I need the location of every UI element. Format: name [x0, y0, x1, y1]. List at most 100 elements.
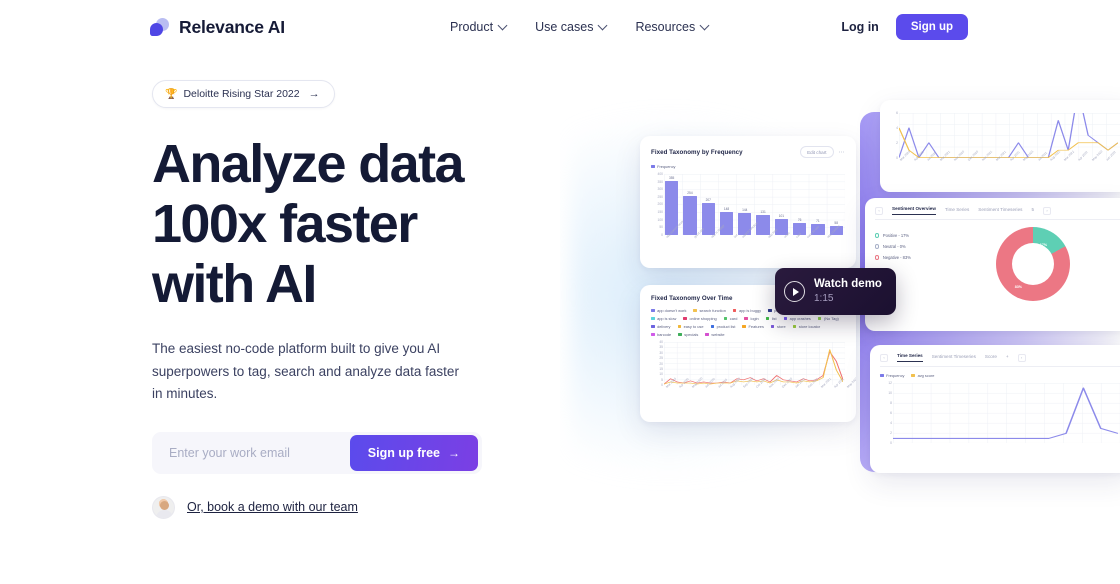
legend-label: Frequency	[657, 164, 676, 170]
legend-item[interactable]: specials	[678, 332, 698, 337]
bar	[683, 196, 697, 235]
nav-item-use-cases[interactable]: Use cases	[535, 20, 607, 34]
bar-item[interactable]: 207	[701, 174, 715, 235]
watch-demo-title: Watch demo	[814, 278, 882, 290]
landing-page: Relevance AI Product Use cases Resources…	[0, 0, 1120, 584]
nav-links: Product Use cases Resources	[450, 20, 709, 34]
nav-item-resources[interactable]: Resources	[635, 20, 709, 34]
legend-item[interactable]: store locator	[792, 324, 820, 329]
legend-item[interactable]: barcode	[651, 332, 671, 337]
donut-legend-item[interactable]: Neutral - 0%	[875, 244, 945, 249]
legend-item[interactable]: website	[705, 332, 725, 337]
bar-chart-title: Fixed Taxonomy by Frequency	[651, 148, 743, 156]
bar-value-label: 76	[797, 217, 802, 222]
tab-sentiment-timeseries[interactable]: Sentiment Timeseries	[978, 207, 1022, 215]
tab-sentiment-overview[interactable]: Sentiment Overview	[892, 206, 936, 215]
legend-swatch	[770, 324, 775, 329]
legend-swatch	[677, 324, 682, 329]
legend-item[interactable]: Features	[742, 324, 764, 329]
tabs-next-button[interactable]: ›	[1043, 206, 1051, 215]
headline-line-3: with AI	[152, 254, 317, 314]
bar-value-label: 355	[669, 175, 675, 180]
y-tick: 0	[661, 232, 663, 237]
more-options-icon[interactable]: ⋯	[839, 149, 846, 156]
tabs-next-button[interactable]: ›	[1017, 353, 1026, 362]
legend-item[interactable]: Frequency	[880, 373, 904, 378]
watch-demo-button[interactable]: Watch demo 1:15	[775, 268, 896, 315]
x-tick: list	[732, 233, 739, 239]
legend-label: product list	[716, 324, 736, 329]
arrow-right-icon: →	[448, 445, 460, 460]
legend-item[interactable]: avg score	[911, 373, 934, 378]
signup-button[interactable]: Sign up	[895, 14, 968, 40]
tab-time-series[interactable]: Time Series	[945, 207, 969, 215]
hero-illustration: 0 2 4 6 Mar 2020 Apr 2020 Jul 2020 Mar 2021 Nov …	[560, 0, 1120, 584]
y-tick: 2	[896, 140, 898, 145]
bar-item[interactable]: 76	[792, 174, 807, 235]
legend-label: Neutral - 0%	[882, 244, 906, 249]
y-tick: 10	[888, 391, 892, 396]
legend-swatch	[875, 244, 880, 249]
play-icon	[784, 281, 805, 302]
legend-item[interactable]: app doesn't work	[651, 308, 686, 313]
tab-score[interactable]: Score	[985, 354, 997, 362]
book-demo-link[interactable]: Or, book a demo with our team	[187, 500, 358, 514]
y-tick: 35	[659, 345, 663, 350]
legend-label: Frequency	[886, 373, 905, 378]
login-link[interactable]: Log in	[841, 20, 879, 34]
award-badge[interactable]: 🏆 Deloitte Rising Star 2022 →	[152, 80, 335, 108]
y-tick: 20	[659, 361, 663, 366]
time-series-card-tabs: ‹ Time Series Sentiment Timeseries Score…	[880, 353, 1120, 367]
legend-item[interactable]: card	[723, 316, 737, 321]
y-axis: 0 5 10 15 20 25 30 35 40	[651, 340, 664, 396]
donut-legend-item[interactable]: Positive - 17%	[875, 233, 945, 238]
legend-item[interactable]: online shopping	[683, 316, 717, 321]
legend-item[interactable]: delivery	[651, 324, 671, 329]
sentiment-card-tabs: ‹ Sentiment Overview Time Series Sentime…	[875, 206, 1120, 220]
bar-chart-card: Fixed Taxonomy by Frequency Edit chart ⋯…	[640, 136, 856, 268]
legend-item[interactable]: search function	[693, 308, 726, 313]
legend-swatch	[880, 373, 884, 378]
bar-item[interactable]: 101	[774, 174, 789, 235]
tab-time-series[interactable]: Time Series	[897, 353, 923, 362]
signup-free-button[interactable]: Sign up free →	[349, 434, 478, 471]
legend-item[interactable]: (No Tag)	[817, 316, 839, 321]
legend-item[interactable]: app is slow	[651, 316, 676, 321]
tabs-prev-button[interactable]: ‹	[880, 353, 888, 362]
tabs-overflow-count[interactable]: 5	[1031, 207, 1034, 215]
legend-item[interactable]: login	[744, 316, 759, 321]
x-axis: Mar 2020 Apr 2020 May 2020 Jun 2020 Jul 2020…	[665, 377, 856, 390]
tabs-prev-button[interactable]: ‹	[875, 206, 883, 215]
bar-value-label: 148	[723, 207, 730, 212]
chevron-down-icon	[701, 22, 709, 30]
legend-item[interactable]: Frequency	[651, 164, 675, 169]
y-tick: 250	[657, 194, 663, 199]
nav-item-product[interactable]: Product	[450, 20, 507, 34]
chevron-down-icon	[599, 22, 607, 30]
legend-swatch	[875, 233, 880, 238]
donut-legend-item[interactable]: Negative - 83%	[875, 255, 945, 260]
add-tab-button[interactable]: +	[1006, 354, 1009, 362]
edit-chart-button[interactable]: Edit chart	[800, 146, 834, 159]
legend-swatch	[651, 316, 655, 321]
legend-item[interactable]: easy to use	[677, 324, 704, 329]
bar-item[interactable]: 254	[683, 174, 697, 235]
bar-item[interactable]: 131	[756, 174, 770, 235]
y-axis: 0 50 100 150 200 250 300 350 400	[651, 172, 664, 246]
brand-logo[interactable]: Relevance AI	[150, 17, 285, 38]
chevron-down-icon	[499, 22, 507, 30]
legend-item[interactable]: store	[770, 324, 786, 329]
legend-item[interactable]: list	[765, 316, 777, 321]
legend-label: barcode	[657, 332, 672, 337]
legend-label: app doesn't work	[657, 308, 687, 313]
y-tick: 15	[659, 367, 663, 371]
y-tick: 0	[890, 441, 892, 446]
legend-item[interactable]: app is buggy	[732, 308, 761, 313]
legend-item[interactable]: product list	[710, 324, 736, 329]
tab-sentiment-timeseries[interactable]: Sentiment Timeseries	[932, 354, 976, 362]
nav-actions: Log in Sign up	[841, 14, 968, 40]
legend-item[interactable]: app crashes	[783, 316, 811, 321]
bar	[756, 214, 770, 235]
email-input[interactable]	[156, 445, 350, 460]
legend-label: delivery	[657, 324, 671, 329]
